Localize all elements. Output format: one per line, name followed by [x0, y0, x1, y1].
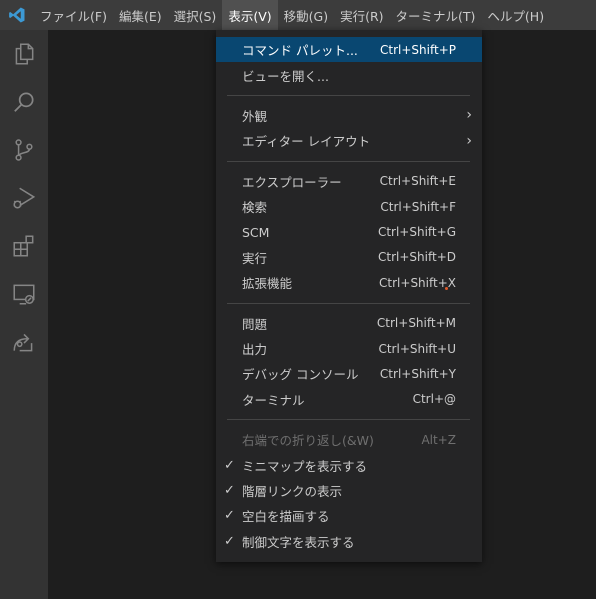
- menu-item-shortcut: Ctrl+Shift+M: [376, 316, 456, 331]
- check-icon: ✓: [224, 457, 235, 473]
- menu-item-shortcut: Ctrl+Shift+Y: [379, 366, 456, 381]
- menu-item-label: 右端での折り返し(&W): [242, 433, 374, 449]
- extensions-icon[interactable]: [0, 222, 48, 270]
- menu-help[interactable]: ヘルプ(H): [481, 0, 550, 30]
- menu-item-extensions[interactable]: 拡張機能 Ctrl+Shift+X: [216, 270, 482, 295]
- menu-item-command-palette[interactable]: コマンド パレット... Ctrl+Shift+P: [216, 37, 482, 63]
- menu-edit[interactable]: 編集(E): [113, 0, 168, 30]
- menu-item-label: 出力: [242, 342, 268, 358]
- menu-item-search[interactable]: 検索 Ctrl+Shift+F: [216, 194, 482, 219]
- menu-item-show-breadcrumbs[interactable]: ✓ 階層リンクの表示: [216, 478, 482, 503]
- menu-item-label: ミニマップを表示する: [242, 458, 368, 474]
- menu-item-terminal[interactable]: ターミナル Ctrl+@: [216, 387, 482, 412]
- menu-item-appearance[interactable]: 外観 ›: [216, 103, 482, 128]
- menu-separator: [227, 302, 470, 304]
- check-icon: ✓: [224, 508, 235, 524]
- menu-item-shortcut: Ctrl+Shift+E: [379, 174, 456, 189]
- menu-item-label: SCM: [242, 224, 270, 240]
- check-icon: ✓: [224, 533, 235, 549]
- explorer-icon[interactable]: [0, 30, 48, 78]
- menu-item-label: 空白を描画する: [242, 509, 330, 525]
- menu-item-editor-layout[interactable]: エディター レイアウト ›: [216, 128, 482, 153]
- search-icon[interactable]: [0, 78, 48, 126]
- source-control-icon[interactable]: [0, 126, 48, 174]
- menu-item-explorer[interactable]: エクスプローラー Ctrl+Shift+E: [216, 169, 482, 194]
- menu-item-shortcut: Ctrl+Shift+D: [378, 250, 456, 265]
- vscode-logo-icon: [0, 0, 34, 30]
- remote-explorer-icon[interactable]: [0, 270, 48, 318]
- menu-item-label: ターミナル: [242, 392, 305, 408]
- menu-item-label: 外観: [242, 108, 268, 124]
- menu-item-label: 検索: [242, 200, 268, 216]
- menu-item-shortcut: Alt+Z: [421, 432, 456, 447]
- menu-item-label: デバッグ コンソール: [242, 367, 359, 383]
- menubar: ファイル(F) 編集(E) 選択(S) 表示(V) 移動(G) 実行(R) ター…: [0, 0, 596, 30]
- menu-item-word-wrap: 右端での折り返し(&W) Alt+Z: [216, 427, 482, 452]
- menu-item-label: ビューを開く...: [242, 68, 329, 84]
- menu-separator: [227, 94, 470, 96]
- menu-item-show-minimap[interactable]: ✓ ミニマップを表示する: [216, 452, 482, 477]
- check-icon: ✓: [224, 483, 235, 499]
- menu-item-output[interactable]: 出力 Ctrl+Shift+U: [216, 336, 482, 361]
- menu-selection[interactable]: 選択(S): [168, 0, 223, 30]
- menu-item-scm[interactable]: SCM Ctrl+Shift+G: [216, 219, 482, 244]
- menu-item-run[interactable]: 実行 Ctrl+Shift+D: [216, 245, 482, 270]
- menu-item-shortcut: Ctrl+Shift+G: [377, 225, 456, 240]
- menu-item-shortcut: Ctrl+Shift+U: [378, 341, 456, 356]
- live-share-icon[interactable]: [0, 318, 48, 366]
- menu-item-label: 制御文字を表示する: [242, 534, 355, 550]
- view-menu-dropdown: コマンド パレット... Ctrl+Shift+P ビューを開く... 外観 ›…: [216, 30, 482, 562]
- menu-item-debug-console[interactable]: デバッグ コンソール Ctrl+Shift+Y: [216, 361, 482, 386]
- chevron-right-icon: ›: [466, 107, 472, 124]
- menu-item-shortcut: Ctrl+Shift+F: [380, 199, 456, 214]
- menu-file[interactable]: ファイル(F): [34, 0, 113, 30]
- run-debug-icon[interactable]: [0, 174, 48, 222]
- menu-item-label: コマンド パレット...: [242, 43, 358, 59]
- chevron-right-icon: ›: [466, 132, 472, 149]
- menu-terminal[interactable]: ターミナル(T): [390, 0, 482, 30]
- menu-item-label: 階層リンクの表示: [242, 484, 343, 500]
- menu-item-label: エディター レイアウト: [242, 134, 371, 150]
- menu-item-label: 問題: [242, 316, 268, 332]
- menu-item-open-view[interactable]: ビューを開く...: [216, 62, 482, 87]
- menu-view[interactable]: 表示(V): [222, 0, 278, 30]
- menu-item-render-whitespace[interactable]: ✓ 空白を描画する: [216, 503, 482, 528]
- menu-item-label: 実行: [242, 250, 268, 266]
- menu-separator: [227, 160, 470, 162]
- menu-item-shortcut: Ctrl+@: [412, 392, 456, 407]
- menu-item-problems[interactable]: 問題 Ctrl+Shift+M: [216, 311, 482, 336]
- activity-bar: [0, 30, 48, 599]
- menu-item-label: エクスプローラー: [242, 174, 342, 190]
- menu-item-label: 拡張機能: [242, 276, 293, 292]
- menu-item-shortcut: Ctrl+Shift+P: [380, 42, 456, 57]
- menu-item-render-control-characters[interactable]: ✓ 制御文字を表示する: [216, 529, 482, 554]
- menu-run[interactable]: 実行(R): [334, 0, 389, 30]
- menu-go[interactable]: 移動(G): [278, 0, 334, 30]
- menu-separator: [227, 419, 470, 421]
